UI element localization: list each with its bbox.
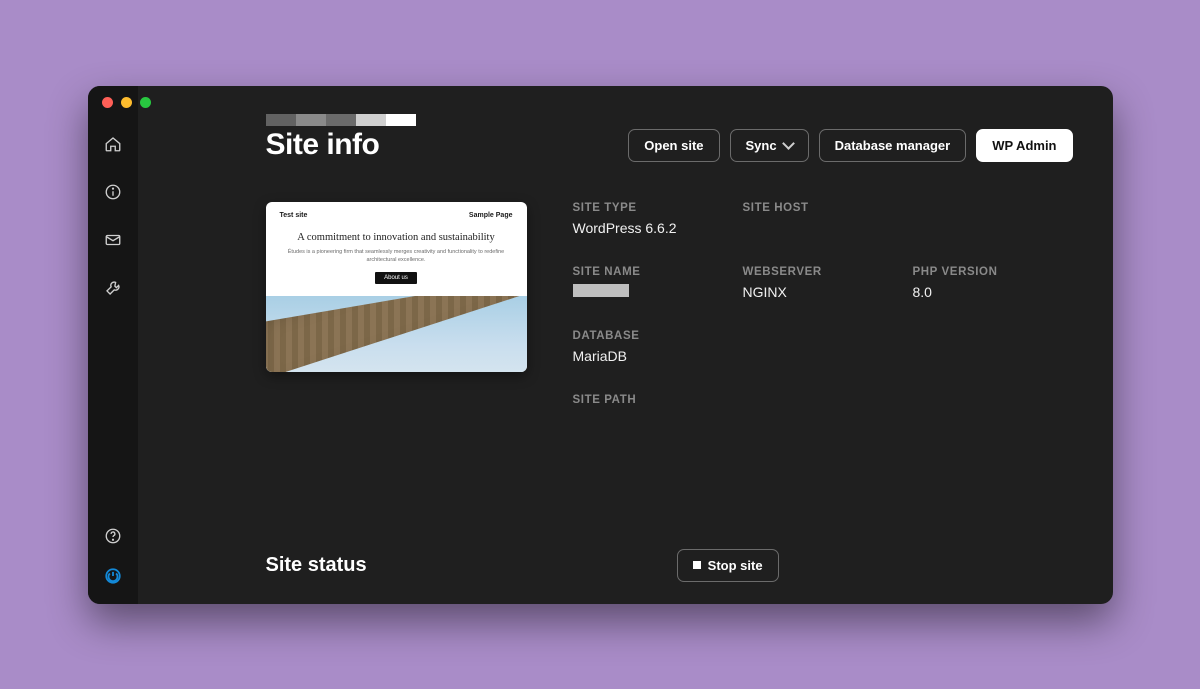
window-minimize-icon[interactable] bbox=[121, 97, 132, 108]
field-webserver: WEBSERVER NGINX bbox=[743, 266, 903, 300]
titlebar bbox=[88, 86, 1113, 120]
wp-admin-button[interactable]: WP Admin bbox=[976, 129, 1072, 162]
app-window: Site info Open site Sync Database manage… bbox=[88, 86, 1113, 604]
info-icon[interactable] bbox=[103, 182, 123, 202]
sidebar bbox=[88, 86, 138, 604]
preview-nav-link: Sample Page bbox=[469, 212, 513, 219]
site-name-value bbox=[573, 284, 733, 300]
site-type-value: WordPress 6.6.2 bbox=[573, 220, 733, 236]
mail-icon[interactable] bbox=[103, 230, 123, 250]
stop-icon bbox=[693, 561, 701, 569]
preview-headline: A commitment to innovation and sustainab… bbox=[280, 231, 513, 245]
stop-site-button[interactable]: Stop site bbox=[677, 549, 779, 582]
window-zoom-icon[interactable] bbox=[140, 97, 151, 108]
field-php-version: PHP VERSION 8.0 bbox=[913, 266, 1073, 300]
field-site-path: SITE PATH bbox=[573, 394, 1073, 412]
database-value: MariaDB bbox=[573, 348, 1073, 364]
preview-site-name: Test site bbox=[280, 212, 308, 219]
site-preview-card[interactable]: Test site Sample Page A commitment to in… bbox=[266, 202, 527, 372]
field-database: DATABASE MariaDB bbox=[573, 330, 1073, 364]
main-content: Site info Open site Sync Database manage… bbox=[138, 86, 1113, 604]
home-icon[interactable] bbox=[103, 134, 123, 154]
preview-hero-image bbox=[266, 296, 527, 372]
site-status-section: Site status Stop site bbox=[266, 549, 1073, 582]
preview-subtext: Études is a pioneering firm that seamles… bbox=[280, 249, 513, 264]
field-site-type: SITE TYPE WordPress 6.6.2 bbox=[573, 202, 733, 236]
page-title: Site info bbox=[266, 128, 416, 162]
php-version-value: 8.0 bbox=[913, 284, 1073, 300]
site-status-title: Site status bbox=[266, 554, 367, 577]
field-site-name: SITE NAME bbox=[573, 266, 733, 300]
power-icon[interactable] bbox=[103, 566, 123, 586]
header-actions: Open site Sync Database manager WP Admin bbox=[628, 129, 1072, 162]
field-site-host: SITE HOST bbox=[743, 202, 903, 236]
sync-button[interactable]: Sync bbox=[730, 129, 809, 162]
database-manager-button[interactable]: Database manager bbox=[819, 129, 967, 162]
help-icon[interactable] bbox=[103, 526, 123, 546]
tools-icon[interactable] bbox=[103, 278, 123, 298]
chevron-down-icon bbox=[782, 137, 795, 150]
open-site-button[interactable]: Open site bbox=[628, 129, 719, 162]
preview-cta: About us bbox=[375, 272, 417, 284]
window-close-icon[interactable] bbox=[102, 97, 113, 108]
webserver-value: NGINX bbox=[743, 284, 903, 300]
site-details: SITE TYPE WordPress 6.6.2 SITE HOST SITE… bbox=[573, 202, 1073, 412]
